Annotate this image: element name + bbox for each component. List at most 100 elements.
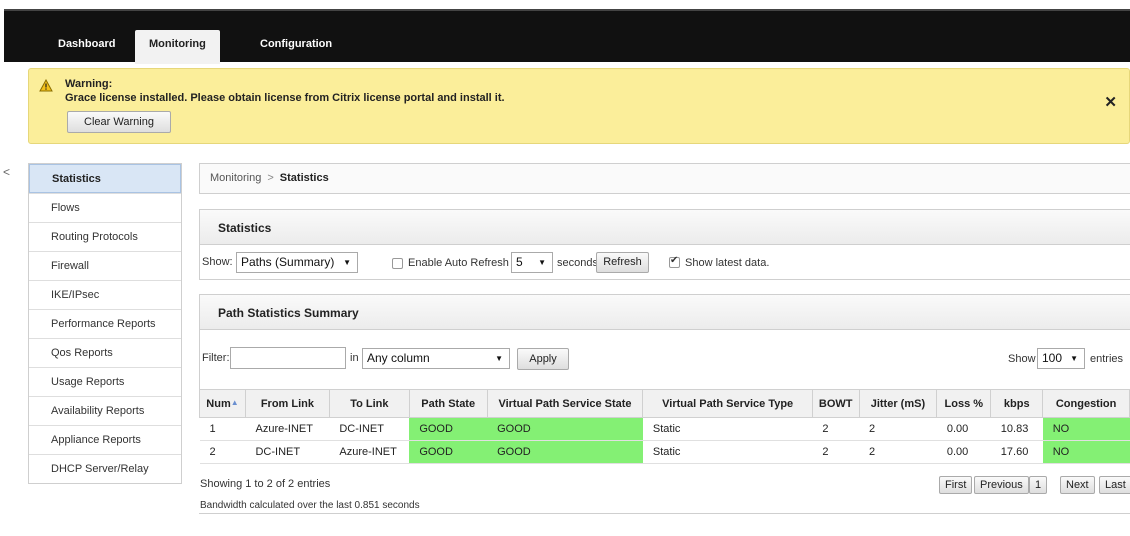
sidebar-item-usage-reports[interactable]: Usage Reports [29,367,181,396]
entries-select[interactable]: 100 ▼ [1037,348,1085,369]
cell-congestion: NO [1042,440,1130,464]
column-header-path-state[interactable]: Path State [408,389,488,418]
breadcrumb-current: Statistics [279,172,329,184]
cell-service-type: Static [642,417,813,441]
clear-warning-button[interactable]: Clear Warning [67,111,171,133]
column-header-service-type[interactable]: Virtual Path Service Type [642,389,813,418]
warning-banner: Warning: Grace license installed. Please… [28,68,1130,144]
cell-service-type: Static [642,440,813,464]
pagination-next-button[interactable]: Next [1060,476,1095,494]
chevron-down-icon: ▼ [1070,354,1078,363]
sidebar-item-dhcp-server-relay[interactable]: DHCP Server/Relay [29,454,181,483]
cell-path-state: GOOD [409,417,488,441]
table-row: 2 DC-INET Azure-INET GOOD GOOD Static 2 … [199,440,1130,464]
sidebar-item-flows[interactable]: Flows [29,193,181,222]
show-entries-label: Show [1008,353,1036,365]
tab-dashboard[interactable]: Dashboard [44,30,129,64]
chevron-down-icon: ▼ [495,354,503,363]
cell-congestion: NO [1042,417,1130,441]
table-header-row: Num▲ From Link To Link Path State Virtua… [199,389,1130,418]
column-header-congestion[interactable]: Congestion [1042,389,1130,418]
cell-to-link: DC-INET [329,417,410,441]
path-statistics-table: Num▲ From Link To Link Path State Virtua… [199,389,1130,464]
chevron-down-icon: ▼ [343,258,351,267]
bandwidth-note: Bandwidth calculated over the last 0.851… [200,500,420,511]
column-header-loss[interactable]: Loss % [936,389,992,418]
cell-kbps: 10.83 [990,417,1043,441]
column-header-kbps[interactable]: kbps [990,389,1044,418]
filter-input[interactable] [230,347,346,369]
sidebar-item-performance-reports[interactable]: Performance Reports [29,309,181,338]
chevron-left-icon[interactable]: < [3,165,10,179]
column-select[interactable]: Any column ▼ [362,348,510,369]
pagination-first-button[interactable]: First [939,476,973,494]
apply-button[interactable]: Apply [517,348,569,370]
chevron-down-icon: ▼ [538,258,546,267]
show-latest-label: Show latest data. [685,257,770,269]
warning-message: Grace license installed. Please obtain l… [65,92,505,104]
sidebar-item-routing-protocols[interactable]: Routing Protocols [29,222,181,251]
show-select[interactable]: Paths (Summary) ▼ [236,252,358,273]
in-label: in [350,352,359,364]
pagination-page-1-button[interactable]: 1 [1029,476,1048,494]
cell-num: 2 [199,440,246,464]
sidebar-item-availability-reports[interactable]: Availability Reports [29,396,181,425]
auto-refresh-checkbox[interactable] [392,258,403,269]
entries-select-value: 100 [1042,351,1063,365]
cell-service-state: GOOD [487,440,643,464]
warning-triangle-icon [39,79,53,92]
column-header-num[interactable]: Num▲ [199,389,246,418]
showing-entries-text: Showing 1 to 2 of 2 entries [200,478,331,490]
statistics-panel-title: Statistics [199,209,1130,245]
column-header-to-link[interactable]: To Link [328,389,410,418]
cell-service-state: GOOD [487,417,643,441]
cell-bowt: 2 [812,417,860,441]
cell-from-link: Azure-INET [245,417,330,441]
cell-loss: 0.00 [936,417,991,441]
seconds-label: seconds [557,257,598,269]
entries-label: entries [1090,353,1124,365]
auto-refresh-label: Enable Auto Refresh [408,257,509,269]
summary-panel-title: Path Statistics Summary [199,294,1130,330]
sidebar-item-qos-reports[interactable]: Qos Reports [29,338,181,367]
cell-to-link: Azure-INET [329,440,410,464]
filter-label: Filter: [202,352,230,364]
tab-monitoring[interactable]: Monitoring [135,30,220,64]
column-header-bowt[interactable]: BOWT [811,389,860,418]
cell-num: 1 [199,417,246,441]
sidebar-item-ike-ipsec[interactable]: IKE/IPsec [29,280,181,309]
sidebar-item-firewall[interactable]: Firewall [29,251,181,280]
interval-select-value: 5 [516,255,523,269]
cell-jitter: 2 [859,417,937,441]
cell-loss: 0.00 [936,440,991,464]
column-header-jitter[interactable]: Jitter (mS) [858,389,938,418]
refresh-button[interactable]: Refresh [596,252,649,273]
show-select-value: Paths (Summary) [241,255,335,269]
cell-path-state: GOOD [409,440,488,464]
breadcrumb: Monitoring > Statistics [199,163,1130,194]
interval-select[interactable]: 5 ▼ [511,252,553,273]
sidebar: Statistics Flows Routing Protocols Firew… [28,163,182,484]
cell-jitter: 2 [859,440,937,464]
show-label: Show: [202,256,233,268]
sidebar-item-statistics[interactable]: Statistics [29,164,181,193]
close-icon[interactable]: ✕ [1104,93,1117,111]
summary-controls: Filter: in Any column ▼ Apply Show 100 ▼ e… [199,330,1130,389]
sort-ascending-icon: ▲ [230,397,239,407]
cell-kbps: 17.60 [990,440,1043,464]
sidebar-item-appliance-reports[interactable]: Appliance Reports [29,425,181,454]
column-header-from-link[interactable]: From Link [244,389,330,418]
table-row: 1 Azure-INET DC-INET GOOD GOOD Static 2 … [199,417,1130,441]
tab-configuration[interactable]: Configuration [246,30,346,64]
divider [199,513,1130,514]
pagination-last-button[interactable]: Last [1099,476,1130,494]
column-header-service-state[interactable]: Virtual Path Service State [486,389,644,418]
breadcrumb-monitoring[interactable]: Monitoring [210,172,261,184]
pagination-previous-button[interactable]: Previous [974,476,1029,494]
top-strip [0,0,1130,9]
show-latest-checkbox[interactable] [669,255,680,268]
breadcrumb-separator: > [267,172,274,184]
column-select-value: Any column [367,351,430,365]
cell-from-link: DC-INET [245,440,330,464]
cell-bowt: 2 [812,440,860,464]
